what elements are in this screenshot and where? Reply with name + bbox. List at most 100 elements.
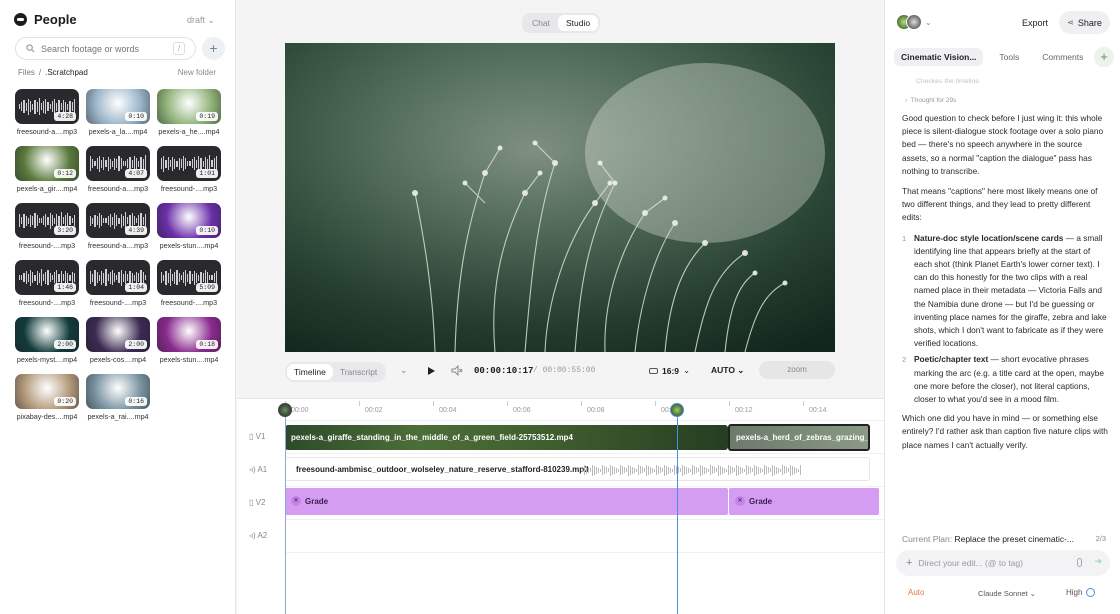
mic-icon[interactable] bbox=[1077, 558, 1082, 567]
breadcrumb-files[interactable]: Files bbox=[18, 68, 35, 77]
asset-filename: freesound-....mp3 bbox=[18, 241, 76, 250]
asset-tile[interactable]: 4:07 freesound-a....mp3 bbox=[86, 146, 150, 203]
draft-status-dropdown[interactable]: draft ⌄ bbox=[187, 15, 215, 26]
duration-badge: 0:12 bbox=[54, 169, 76, 178]
share-button[interactable]: ⋖ Share bbox=[1059, 11, 1110, 34]
ruler-tick-mark bbox=[359, 401, 360, 406]
play-icon[interactable] bbox=[427, 366, 436, 376]
asset-tile[interactable]: 0:16 pexels-a_rai....mp4 bbox=[86, 374, 150, 431]
add-tab-button[interactable]: + bbox=[1094, 47, 1114, 67]
duration-badge: 5:09 bbox=[196, 283, 218, 292]
app-logo-icon bbox=[14, 13, 27, 26]
tab-tools[interactable]: Tools bbox=[992, 48, 1026, 66]
asset-tile[interactable]: 0:10 pexels-a_la....mp4 bbox=[86, 89, 150, 146]
breadcrumb-current: .Scratchpad bbox=[45, 68, 88, 77]
thought-toggle[interactable]: › Thought for 29s bbox=[905, 97, 956, 104]
asset-tile[interactable]: 4:39 freesound-a....mp3 bbox=[86, 203, 150, 260]
video-thumbnail: 0:12 bbox=[15, 146, 79, 181]
volume-mute-icon[interactable] bbox=[451, 365, 463, 376]
plus-icon[interactable]: + bbox=[906, 557, 912, 569]
grade-clip-2[interactable]: ✕ Grade bbox=[729, 488, 879, 515]
effort-selector[interactable]: High bbox=[1066, 588, 1096, 597]
asset-filename: pixabay-des....mp4 bbox=[16, 412, 78, 421]
mode-switch: Chat Studio bbox=[522, 13, 601, 33]
asset-tile[interactable]: 0:10 pexels-stun....mp4 bbox=[157, 203, 221, 260]
lane-label-a1: ◃) A1 bbox=[249, 465, 268, 474]
ruler-tick-mark bbox=[507, 401, 508, 406]
quality-dropdown[interactable]: AUTO ⌄ bbox=[711, 365, 744, 376]
video-clip-giraffe[interactable]: pexels-a_giraffe_standing_in_the_middle_… bbox=[285, 425, 728, 450]
ruler-tick-label: 00:12 bbox=[735, 407, 753, 414]
asset-tile[interactable]: 5:09 freesound-....mp3 bbox=[157, 260, 221, 317]
project-header[interactable]: People bbox=[14, 12, 77, 27]
asset-tile[interactable]: 1:46 freesound-....mp3 bbox=[15, 260, 79, 317]
mode-selector[interactable]: Auto bbox=[908, 588, 924, 597]
export-button[interactable]: Export bbox=[1022, 18, 1048, 28]
send-icon[interactable]: ➜ bbox=[1094, 556, 1102, 567]
audio-thumbnail: 3:20 bbox=[15, 203, 79, 238]
search-shortcut-badge: / bbox=[173, 42, 185, 55]
current-timecode: 00:00:10:17 bbox=[474, 366, 534, 376]
search-input[interactable] bbox=[41, 43, 161, 54]
tab-cinematic-vision[interactable]: Cinematic Vision... bbox=[894, 48, 984, 66]
grade-clip-1[interactable]: ✕ Grade bbox=[285, 488, 728, 515]
asset-filename: freesound-a....mp3 bbox=[87, 184, 149, 193]
video-clip-zebras[interactable]: pexels-a_herd_of_zebras_grazing_in_ bbox=[728, 424, 870, 451]
asset-filename: freesound-....mp3 bbox=[18, 298, 76, 307]
current-plan-bar[interactable]: Current Plan: Replace the preset cinemat… bbox=[902, 534, 1110, 544]
breadcrumb-separator: / bbox=[38, 68, 42, 77]
project-title: People bbox=[34, 12, 77, 27]
asset-tile[interactable]: 2:00 pexels-myst....mp4 bbox=[15, 317, 79, 374]
duration-badge: 4:39 bbox=[125, 226, 147, 235]
asset-tile[interactable]: 0:18 pexels-stun....mp4 bbox=[157, 317, 221, 374]
video-preview[interactable] bbox=[285, 43, 835, 352]
start-marker-line bbox=[285, 403, 286, 614]
playhead-handle[interactable] bbox=[670, 403, 684, 417]
video-thumbnail: 0:18 bbox=[157, 317, 221, 352]
ruler-tick-label: 00:02 bbox=[365, 407, 383, 414]
asset-tile[interactable]: 3:20 freesound-....mp3 bbox=[15, 203, 79, 260]
ruler-tick-label: 00:14 bbox=[809, 407, 827, 414]
duration-badge: 0:16 bbox=[125, 397, 147, 406]
preview-frame-image bbox=[285, 43, 835, 352]
chevron-down-icon: ⌄ bbox=[925, 17, 932, 27]
collaborator-avatars[interactable]: ⌄ bbox=[896, 14, 932, 30]
time-ruler[interactable]: 00:0000:0200:0400:0600:0800:1000:1200:14 bbox=[285, 399, 884, 421]
total-timecode: / 00:00:55:00 bbox=[533, 366, 596, 375]
duration-badge: 1:46 bbox=[54, 283, 76, 292]
video-thumbnail: 0:19 bbox=[157, 89, 221, 124]
new-folder-button[interactable]: New folder bbox=[178, 68, 216, 77]
model-selector[interactable]: Claude Sonnet ⌄ bbox=[978, 589, 1036, 598]
ruler-tick-mark bbox=[433, 401, 434, 406]
tab-transcript[interactable]: Transcript bbox=[333, 364, 384, 380]
asset-tile[interactable]: 0:20 pixabay-des....mp4 bbox=[15, 374, 79, 431]
tab-studio[interactable]: Studio bbox=[557, 15, 599, 31]
search-icon bbox=[26, 44, 35, 53]
asset-tile[interactable]: 4:28 freesound-a....mp3 bbox=[15, 89, 79, 146]
asset-tile[interactable]: 2:00 pexels-cos....mp4 bbox=[86, 317, 150, 374]
search-box[interactable]: / bbox=[15, 37, 196, 60]
chevron-down-icon[interactable]: ⌄ bbox=[400, 365, 408, 376]
zoom-slider[interactable]: zoom bbox=[759, 361, 835, 379]
tab-timeline[interactable]: Timeline bbox=[287, 364, 333, 380]
tab-comments[interactable]: Comments bbox=[1035, 48, 1090, 66]
add-media-button[interactable]: + bbox=[202, 37, 225, 60]
asset-tile[interactable]: 0:12 pexels-a_gir....mp4 bbox=[15, 146, 79, 203]
asset-filename: pexels-a_la....mp4 bbox=[88, 127, 148, 136]
view-switch: Timeline Transcript bbox=[285, 362, 387, 382]
duration-badge: 4:28 bbox=[54, 112, 76, 121]
start-marker-avatar[interactable] bbox=[278, 403, 292, 417]
lane-label-a2: ◃) A2 bbox=[249, 531, 268, 540]
tab-chat[interactable]: Chat bbox=[524, 15, 558, 31]
ruler-tick-mark bbox=[655, 401, 656, 406]
prompt-input[interactable]: + Direct your edit... (@ to tag) ➜ bbox=[896, 550, 1110, 576]
media-sidebar: People draft ⌄ / + Files / .Scratchpad N… bbox=[0, 0, 236, 614]
asset-tile[interactable]: 1:01 freesound-....mp3 bbox=[157, 146, 221, 203]
asset-tile[interactable]: 0:19 pexels-a_he....mp4 bbox=[157, 89, 221, 146]
asset-filename: pexels-stun....mp4 bbox=[159, 241, 219, 250]
asset-filename: pexels-stun....mp4 bbox=[159, 355, 219, 364]
asset-tile[interactable]: 1:04 freesound-....mp3 bbox=[86, 260, 150, 317]
aspect-ratio-dropdown[interactable]: 16:9 ⌄ bbox=[649, 365, 690, 376]
audio-clip-ambience[interactable]: freesound-ambmisc_outdoor_wolseley_natur… bbox=[285, 457, 870, 481]
duration-badge: 0:19 bbox=[196, 112, 218, 121]
